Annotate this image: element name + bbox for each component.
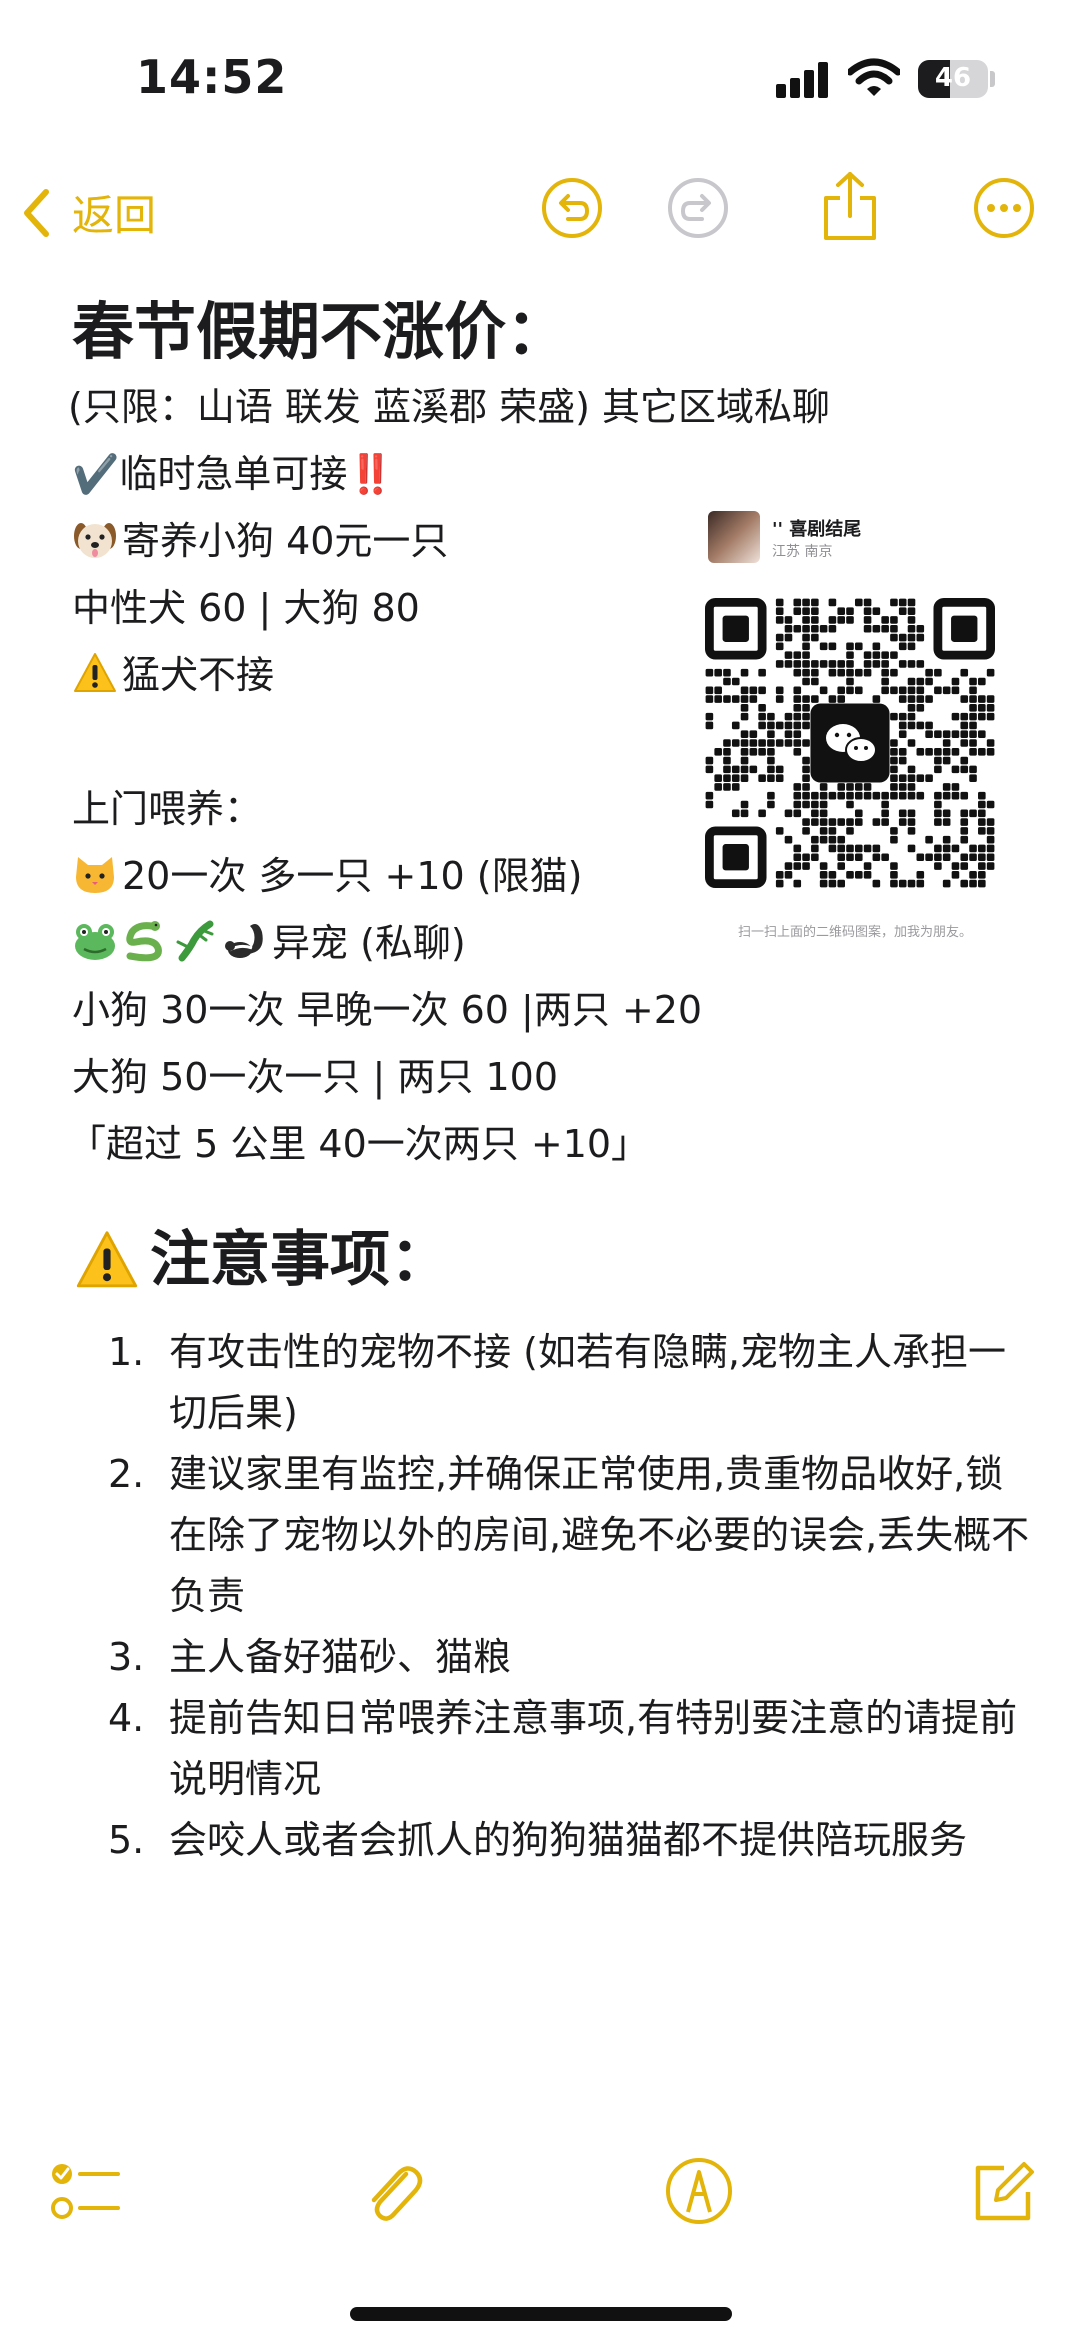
qr-contact-name: '' 喜剧结尾 (772, 519, 862, 540)
share-icon[interactable] (818, 170, 882, 242)
list-item: 2. 建议家里有监控,并确保正常使用,贵重物品收好,锁在除了宠物以外的房间,避免不… (108, 1452, 1030, 1618)
undo-icon[interactable] (540, 176, 604, 240)
note-line-text: 猛犬不接 (122, 653, 275, 697)
notice-list: 1. 有攻击性的宠物不接 (如若有隐瞒,宠物主人承担一切后果) 2. 建议家里有监控… (72, 1322, 1032, 1871)
note-line: 「超过 5 公里 40一次两只 +10」 (68, 1122, 650, 1166)
cellular-signal-icon (776, 62, 832, 98)
list-item: 4. 提前告知日常喂养注意事项,有特别要注意的请提前说明情况 (108, 1696, 1018, 1801)
note-line-text: 异宠 (私聊) (272, 921, 466, 965)
warning-icon (74, 653, 116, 692)
back-button[interactable]: 返回 (22, 182, 156, 243)
attachment-icon[interactable] (360, 2156, 426, 2228)
frog-icon (75, 924, 115, 960)
compose-icon[interactable] (970, 2156, 1036, 2226)
snake-icon (126, 921, 162, 962)
wechat-qr-image[interactable]: '' 喜剧结尾 江苏 南京 扫一扫上面的二维码图案，加我为朋友。 (700, 505, 1010, 945)
note-line: 小狗 30一次 早晚一次 60 |两只 +20 (72, 988, 703, 1032)
notes-toolbar: 返回 (0, 160, 1080, 260)
list-item: 1. 有攻击性的宠物不接 (如若有隐瞒,宠物主人承担一切后果) (108, 1330, 1006, 1435)
home-indicator[interactable] (350, 2307, 732, 2321)
redo-icon[interactable] (666, 176, 730, 240)
cat-face-icon (76, 857, 114, 893)
chevron-left-icon (24, 188, 49, 237)
battery-level: 46 (934, 63, 972, 93)
note-title: 春节假期不涨价： (72, 295, 569, 368)
bottom-toolbar (0, 2150, 1080, 2250)
note-line: 大狗 50一次一只 | 两只 100 (72, 1055, 559, 1099)
list-item: 3. 主人备好猫砂、猫粮 (108, 1635, 512, 1679)
note-line-text: 20一次 多一只 +10 (限猫) (122, 854, 583, 898)
note-line: ✔️临时急单可接‼️ (72, 452, 395, 496)
battery-tip (990, 71, 995, 87)
qr-code (705, 598, 995, 888)
list-item: 5. 会咬人或者会抓人的狗狗猫猫都不提供陪玩服务 (108, 1818, 968, 1862)
note-line-text: 寄养小狗 40元一只 (122, 519, 449, 563)
notice-title: 注意事项： (150, 1225, 450, 1295)
battery-indicator: 46 (918, 60, 988, 98)
checklist-icon[interactable] (50, 2160, 120, 2226)
notice-heading: 注意事项： (72, 1218, 1032, 1302)
wifi-icon (848, 58, 900, 96)
markup-icon[interactable] (664, 2156, 734, 2226)
more-icon[interactable] (972, 176, 1036, 240)
lizard-icon (176, 920, 214, 962)
qr-contact-location: 江苏 南京 (772, 544, 833, 560)
status-time: 14:52 (136, 50, 288, 104)
back-label: 返回 (72, 191, 157, 240)
note-line: (只限：山语 联发 蓝溪郡 荣盛) 其它区域私聊 (68, 385, 830, 429)
qr-caption: 扫一扫上面的二维码图案，加我为朋友。 (737, 925, 972, 940)
avatar (708, 511, 760, 563)
dog-face-icon (74, 523, 116, 558)
skunk-icon (225, 924, 263, 958)
status-bar: 14:52 46 (0, 0, 1080, 150)
warning-icon (76, 1231, 138, 1288)
